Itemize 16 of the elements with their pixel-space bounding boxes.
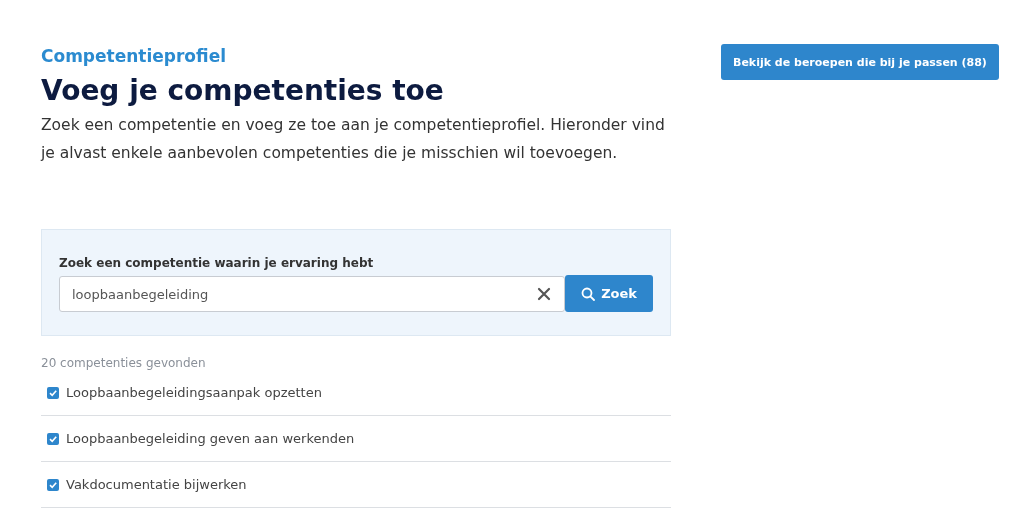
- search-field[interactable]: loopbaanbegeleiding: [59, 276, 566, 312]
- page-title: Voeg je competenties toe: [41, 74, 445, 107]
- view-jobs-button[interactable]: Bekijk de beroepen die bij je passen (88): [721, 44, 999, 80]
- checkbox[interactable]: [47, 432, 59, 445]
- checkbox-label: Loopbaanbegeleidingsaanpak opzetten: [66, 385, 322, 400]
- field-label: Zoek een competentie waarin je ervaring hebt: [59, 256, 375, 270]
- checkbox[interactable]: [47, 478, 59, 491]
- intro-text: Zoek een competentie en voeg ze toe aan je competentieprofiel. Hieronder vind je alvast enkele aanbevolen competenties die je misschien wil toevoegen.: [41, 115, 666, 164]
- result-count: 20 competenties gevonden: [41, 356, 207, 370]
- checkbox-label: Vakdocumentatie bijwerken: [66, 477, 247, 492]
- checkbox[interactable]: [47, 386, 59, 399]
- clear-icon[interactable]: [537, 287, 552, 301]
- search-button[interactable]: Zoek: [565, 275, 653, 312]
- search-icon: [581, 286, 596, 301]
- checkbox-label: Loopbaanbegeleiding geven aan werkenden: [66, 431, 355, 446]
- section-label: Competentieprofiel: [41, 46, 227, 66]
